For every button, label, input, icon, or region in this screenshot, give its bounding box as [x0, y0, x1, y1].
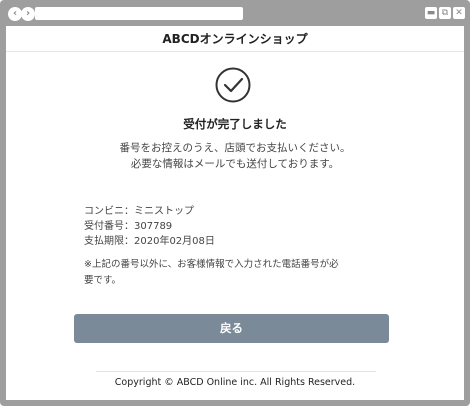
instruction-line-1: 番号をお控えのうえ、店頭でお支払いください。	[119, 142, 351, 154]
minimize-button[interactable]: ▬	[425, 7, 437, 19]
footer-divider	[96, 371, 376, 372]
back-nav-button[interactable]: ‹	[8, 7, 22, 21]
arrow-right-icon: ›	[25, 8, 31, 19]
store-name: コンビニ：ミニストップ	[84, 206, 194, 217]
copyright-text: Copyright © ABCD Online inc. All Rights …	[114, 377, 356, 388]
page-title: ABCDオンラインショップ	[6, 26, 464, 52]
arrow-left-icon: ‹	[12, 8, 18, 19]
address-bar[interactable]	[35, 7, 243, 20]
forward-nav-button[interactable]: ›	[21, 7, 35, 21]
completion-title: 受付が完了しました	[183, 117, 287, 131]
back-button[interactable]: 戻る	[74, 314, 389, 343]
note-line-2: 要です。	[84, 275, 122, 286]
receipt-number: 受付番号：307789	[84, 221, 173, 232]
instruction-line-2: 必要な情報はメールでも送付しております。	[130, 158, 340, 170]
title-bar: ‹ › ▬ ⧉ ✕	[0, 0, 470, 26]
check-circle-icon	[215, 67, 251, 103]
restore-button[interactable]: ⧉	[439, 7, 451, 19]
payment-deadline: 支払期限：2020年02月08日	[84, 236, 215, 247]
close-button[interactable]: ✕	[453, 7, 465, 19]
note-line-1: ※上記の番号以外に、お客様情報で入力された電話番号が必	[84, 259, 339, 270]
browser-window: ‹ › ▬ ⧉ ✕ ABCDオンラインショップ 受付が完了しました 番号をお控え…	[0, 0, 470, 406]
page-content: ABCDオンラインショップ 受付が完了しました 番号をお控えのうえ、店頭でお支払…	[6, 26, 464, 400]
